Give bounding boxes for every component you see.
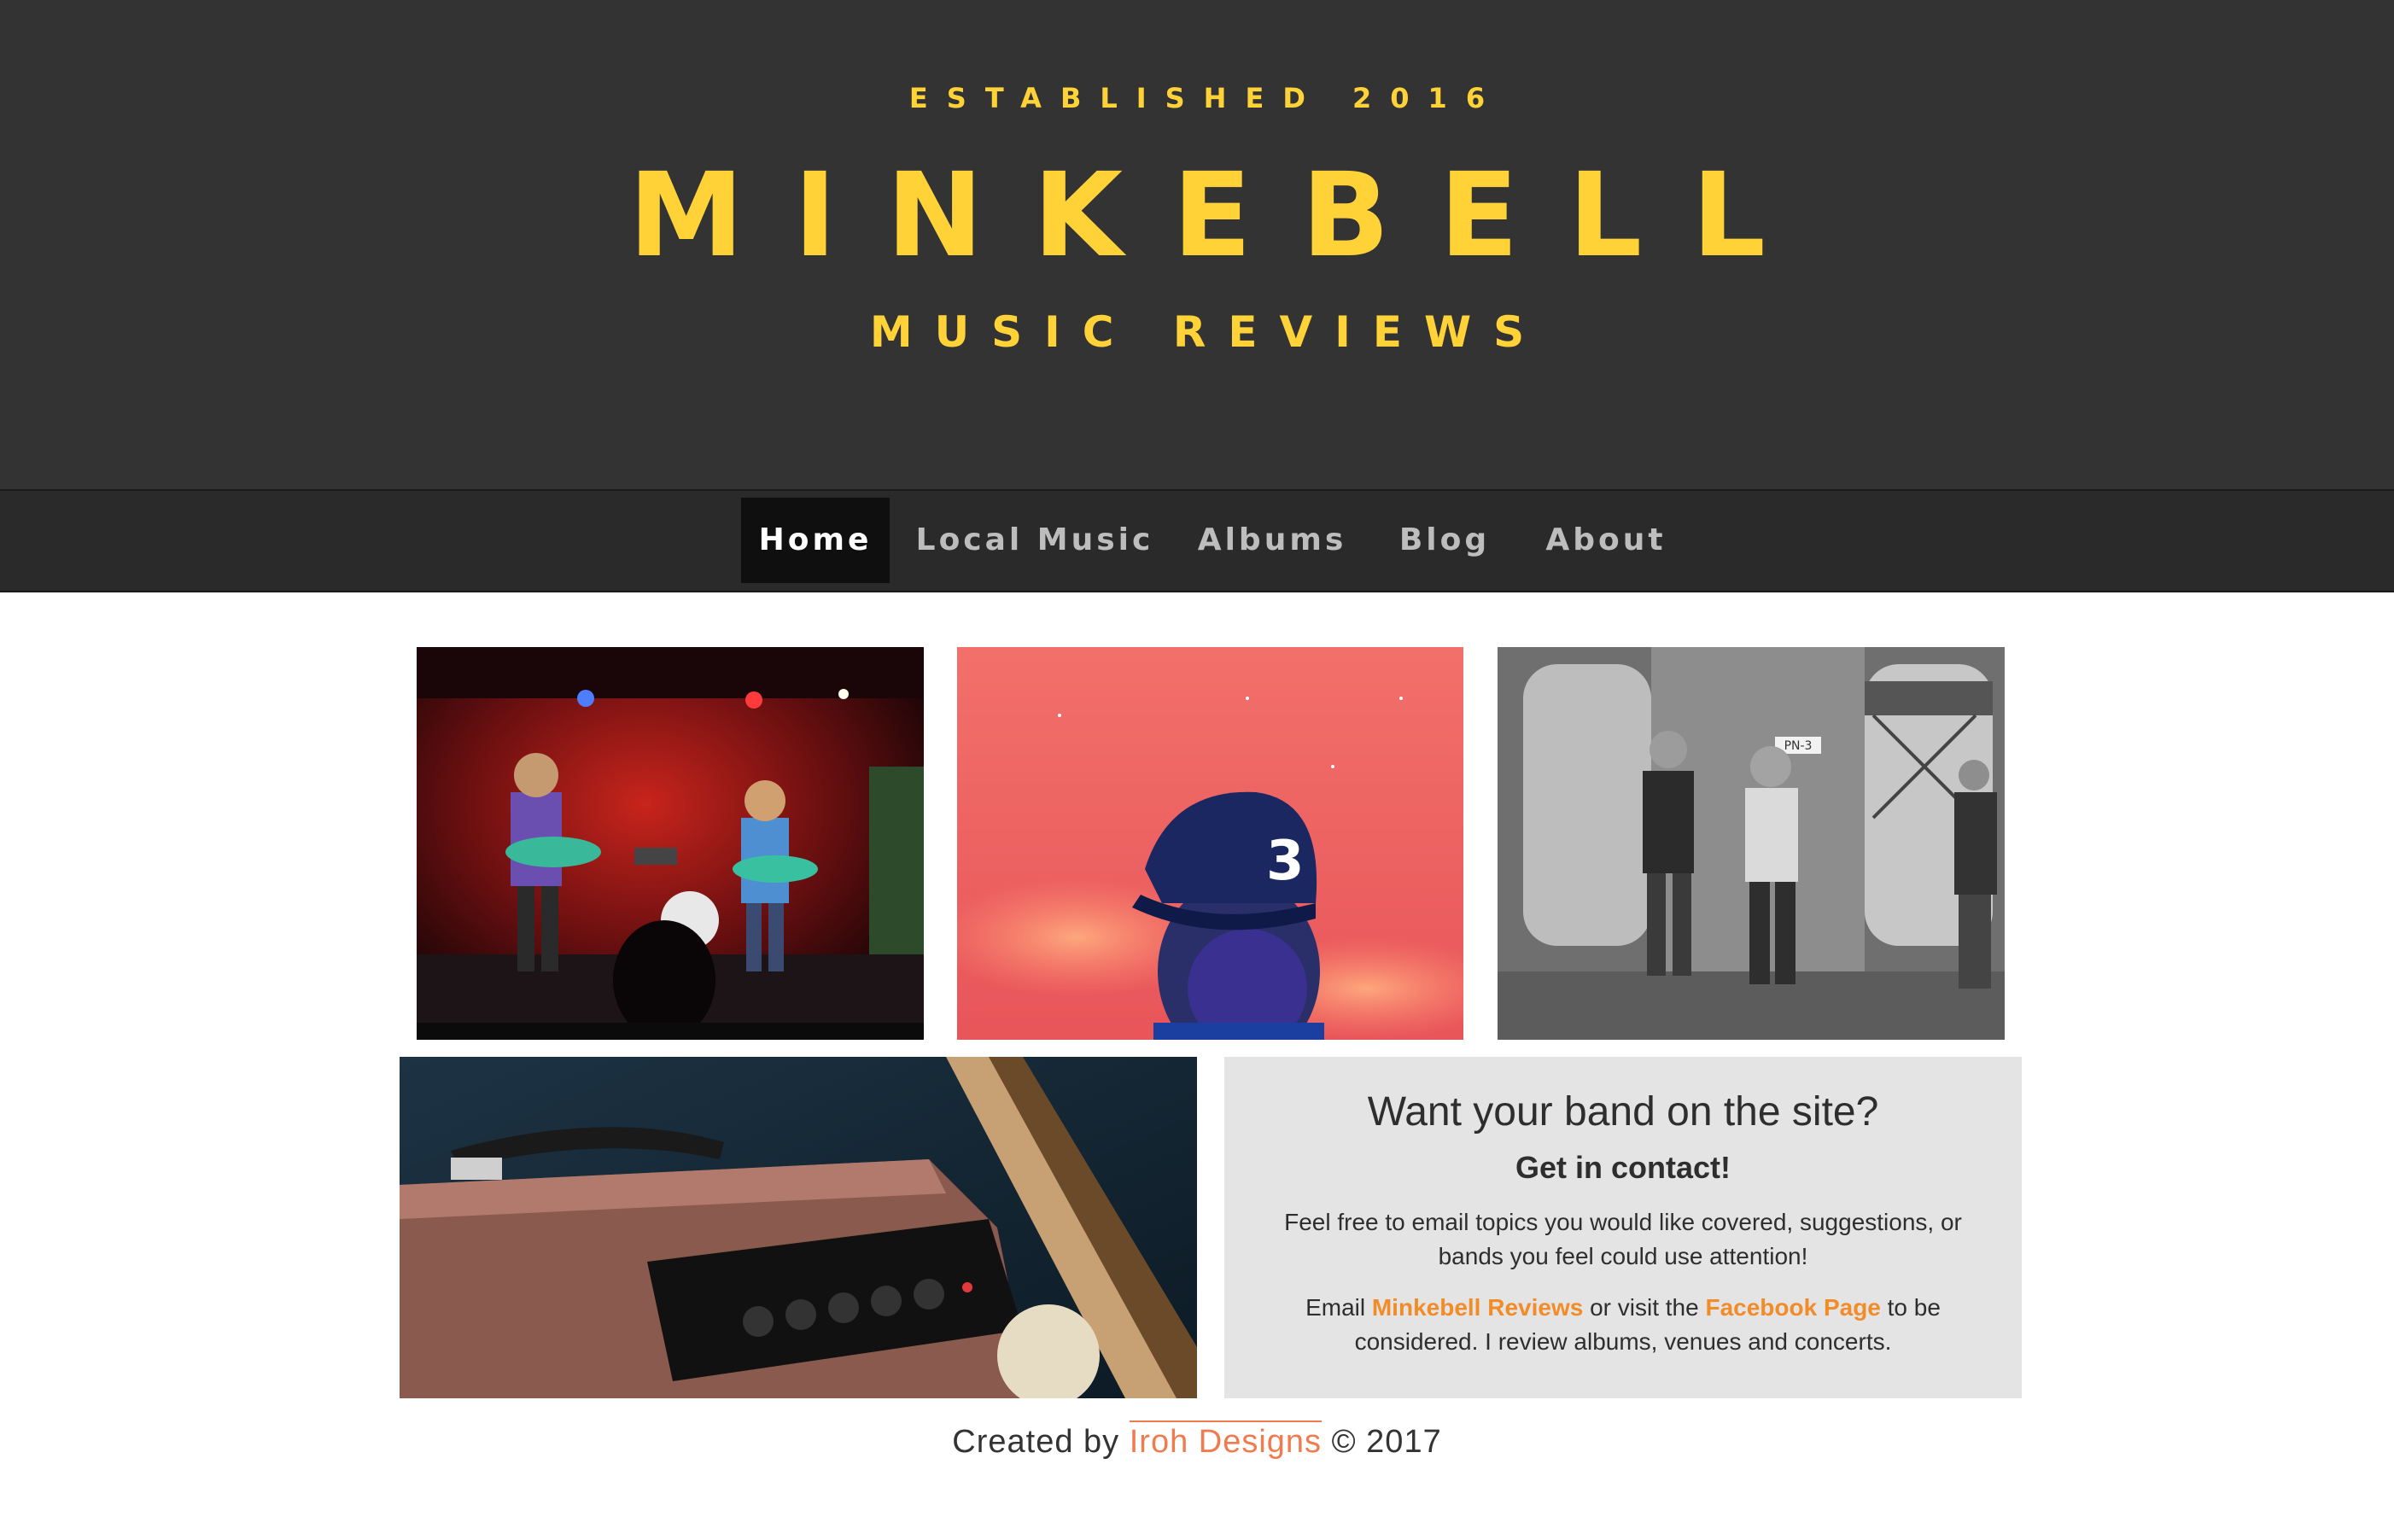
photo-band-portrait-bw[interactable]: PN-3 [1498,647,2005,1040]
cap-number: 3 [1266,830,1305,893]
footer-suffix: © 2017 [1322,1424,1442,1460]
nav-item-about[interactable]: About [1533,498,1679,583]
contact-subheading: Get in contact! [1515,1150,1731,1185]
contact-box: Want your band on the site? Get in conta… [1224,1057,2022,1398]
footer: Created by Iroh Designs © 2017 [0,1420,2394,1461]
contact-paragraph-2: Email Minkebell Reviews or visit the Fac… [1267,1291,1979,1359]
nav-item-home[interactable]: Home [741,498,890,583]
sign-text: PN-3 [1784,739,1813,753]
contact-heading: Want your band on the site? [1367,1089,1879,1135]
main-nav: Home Local Music Albums Blog About [0,489,2394,592]
facebook-link[interactable]: Facebook Page [1705,1294,1880,1321]
site-header: ESTABLISHED 2016 MINKEBELL MUSIC REVIEWS [0,0,2394,489]
nav-item-albums[interactable]: Albums [1185,498,1359,583]
contact-paragraph-1: Feel free to email topics you would like… [1284,1209,1962,1269]
photo-guitar-amp[interactable] [400,1057,1197,1398]
email-link[interactable]: Minkebell Reviews [1372,1294,1583,1321]
site-title: MINKEBELL [628,149,1815,283]
photo-live-band[interactable] [417,647,924,1040]
contact-p2-prefix: Email [1305,1294,1372,1321]
contact-p2-middle: or visit the [1583,1294,1706,1321]
established-tagline: ESTABLISHED 2016 [908,82,1504,114]
nav-item-local-music[interactable]: Local Music [910,498,1159,583]
photo-cap-portrait[interactable]: 3 [957,647,1463,1040]
footer-designer-link[interactable]: Iroh Designs [1129,1420,1323,1460]
footer-prefix: Created by [952,1424,1130,1460]
site-subtitle: MUSIC REVIEWS [869,307,1547,357]
nav-item-blog[interactable]: Blog [1383,498,1506,583]
